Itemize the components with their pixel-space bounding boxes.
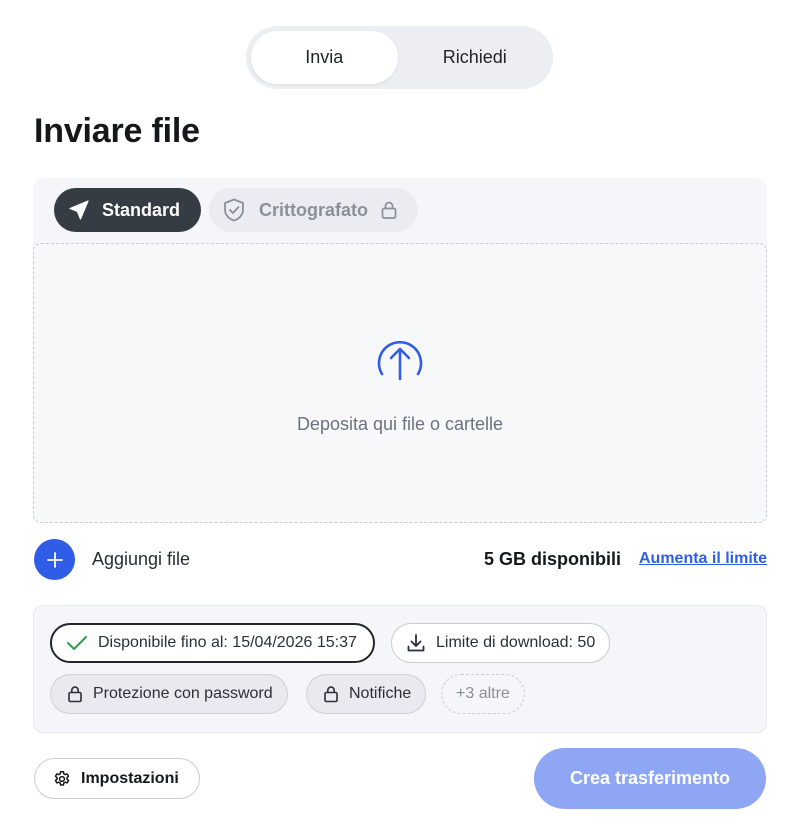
lock-icon [323, 685, 339, 703]
password-chip[interactable]: Protezione con password [50, 674, 288, 714]
expiry-chip[interactable]: Disponibile fino al: 15/04/2026 15:37 [50, 623, 375, 663]
gear-icon [53, 770, 71, 788]
lock-icon [380, 200, 398, 220]
shield-check-icon [221, 197, 247, 223]
more-options-chip[interactable]: +3 altre [441, 674, 525, 714]
plus-icon [46, 551, 64, 569]
tab-send[interactable]: Invia [251, 31, 398, 84]
dropzone-label: Deposita qui file o cartelle [296, 414, 504, 434]
more-options-label: +3 altre [456, 685, 510, 702]
download-limit-chip[interactable]: Limite di download: 50 [391, 623, 611, 663]
add-file-button[interactable] [34, 539, 75, 580]
available-quota: 5 GB disponibili [484, 549, 622, 569]
standard-button[interactable]: Standard [54, 188, 202, 232]
upload-card: Deposita qui file o cartelle Standard Cr… [33, 178, 767, 523]
page-title: Inviare file [34, 112, 200, 150]
paper-plane-icon [68, 199, 90, 221]
lock-icon [67, 685, 83, 703]
encrypted-button[interactable]: Crittografato [209, 188, 419, 232]
download-icon [406, 633, 426, 653]
settings-label: Impostazioni [81, 769, 179, 787]
download-limit-label: Limite di download: 50 [436, 634, 596, 651]
send-request-toggle: Invia Richiedi [246, 26, 553, 89]
notifications-label: Notifiche [349, 685, 412, 702]
encrypted-label: Crittografato [259, 199, 369, 220]
upload-arrow-icon [376, 336, 424, 386]
standard-label: Standard [102, 199, 181, 220]
notifications-chip[interactable]: Notifiche [306, 674, 427, 714]
dropzone[interactable]: Deposita qui file o cartelle [33, 243, 767, 523]
create-transfer-button[interactable]: Crea trasferimento [534, 748, 766, 809]
checkmark-icon [66, 635, 88, 651]
expiry-label: Disponibile fino al: 15/04/2026 15:37 [98, 634, 357, 651]
settings-button[interactable]: Impostazioni [34, 758, 200, 799]
transfer-options-card: Disponibile fino al: 15/04/2026 15:37 Li… [33, 605, 767, 733]
transfer-type-selector: Standard Crittografato [54, 188, 419, 232]
tab-request[interactable]: Richiedi [402, 31, 549, 84]
add-file-label[interactable]: Aggiungi file [92, 549, 190, 570]
password-label: Protezione con password [93, 685, 273, 702]
increase-limit-link[interactable]: Aumenta il limite [639, 550, 767, 568]
